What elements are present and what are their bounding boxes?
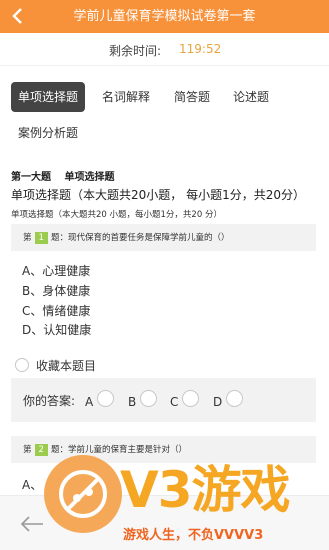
radio-icon xyxy=(140,390,158,407)
question-prefix: 第 xyxy=(23,233,32,243)
tab-single-choice[interactable]: 单项选择题 xyxy=(11,82,85,112)
question-text: 题：现代保育的首要任务是保障学前儿童的（） xyxy=(50,233,230,243)
option-d[interactable]: D、认知健康 xyxy=(22,321,91,338)
radio-icon xyxy=(97,390,115,407)
question-number-badge: 1 xyxy=(34,232,48,244)
question-text: 题：学前儿童的保育主要是针对（） xyxy=(50,445,187,455)
answer-label: 你的答案: xyxy=(23,394,76,408)
tab-essay[interactable]: 论述题 xyxy=(227,82,275,112)
answer-panel: 你的答案: A B C D xyxy=(11,378,316,422)
favorite-radio-icon xyxy=(15,358,29,372)
previous-arrow-icon[interactable] xyxy=(20,515,44,533)
section-title: 第一大题 单项选择题 xyxy=(11,172,115,183)
answer-choice-c[interactable]: C xyxy=(170,390,200,409)
timer-label: 剩余时间: xyxy=(109,44,162,58)
answer-choice-d[interactable]: D xyxy=(213,390,244,409)
timer-bar: 剩余时间: 119:52 xyxy=(0,33,329,66)
watermark-logo xyxy=(44,455,122,533)
answer-choice-a[interactable]: A xyxy=(85,390,115,409)
answer-letter: B xyxy=(128,395,137,409)
game-controller-logo-icon xyxy=(59,470,107,518)
tab-case-analysis[interactable]: 案例分析题 xyxy=(11,118,85,148)
answer-letter: D xyxy=(213,395,223,409)
option-a[interactable]: A、 xyxy=(22,476,42,493)
radio-icon xyxy=(182,390,200,407)
favorite-label: 收藏本题目 xyxy=(36,358,97,373)
tab-term-explanation[interactable]: 名词解释 xyxy=(96,82,156,112)
answer-letter: C xyxy=(170,395,179,409)
favorite-toggle[interactable]: 收藏本题目 xyxy=(15,356,96,374)
timer-value: 119:52 xyxy=(179,42,222,56)
section-description: 单项选择题（本大题共20小题， 每小题1分，共20分） xyxy=(11,188,305,202)
section-description-small: 单项选择题（本大题共20 小题，每小题1分，共20 分） xyxy=(11,210,222,220)
watermark-brand: V3游戏 xyxy=(120,461,290,519)
page-title: 学前儿童保育学模拟试卷第一套 xyxy=(73,9,256,24)
question-text-line: 第 1 题：现代保育的首要任务是保障学前儿童的（） xyxy=(23,231,229,244)
question-prefix: 第 xyxy=(23,445,32,455)
answer-choice-b[interactable]: B xyxy=(128,390,158,409)
app-header: 学前儿童保育学模拟试卷第一套 xyxy=(0,0,329,33)
answer-letter: A xyxy=(85,395,94,409)
option-c[interactable]: C、情绪健康 xyxy=(22,302,90,319)
option-a[interactable]: A、心理健康 xyxy=(22,262,90,279)
radio-icon xyxy=(226,390,244,407)
question-header: 第 1 题：现代保育的首要任务是保障学前儿童的（） xyxy=(11,224,316,251)
tab-short-answer[interactable]: 简答题 xyxy=(168,82,216,112)
watermark-slogan: 游戏人生，不负VVVV3 xyxy=(123,528,264,543)
option-b[interactable]: B、身体健康 xyxy=(22,282,90,299)
